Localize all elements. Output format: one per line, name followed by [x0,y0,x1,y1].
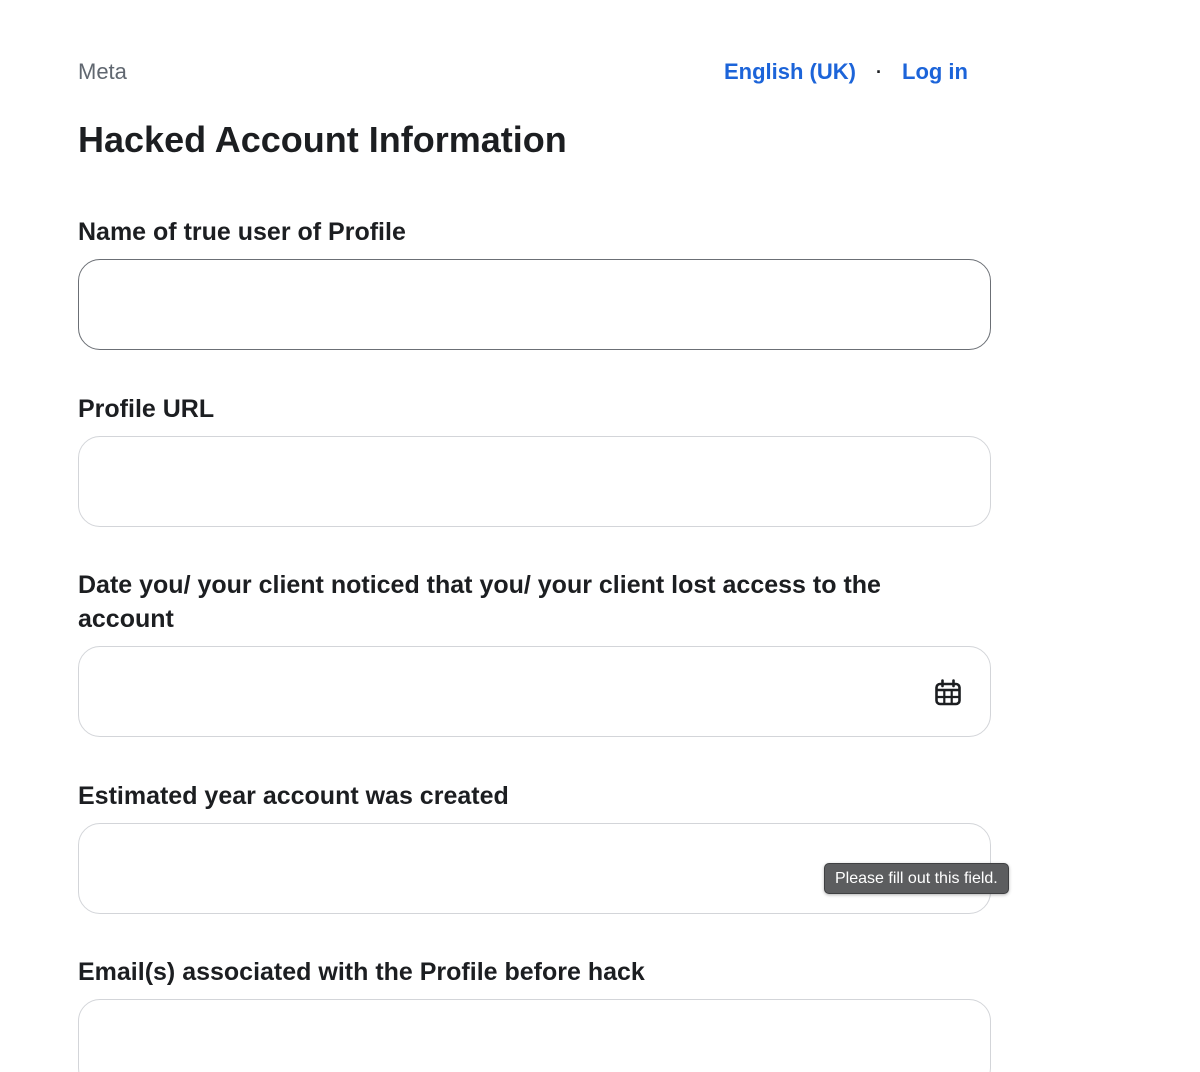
top-navigation: English (UK) · Log in [724,58,968,86]
calendar-icon-svg [935,679,961,706]
nav-separator: · [876,62,882,82]
login-link[interactable]: Log in [902,58,968,86]
validation-tooltip: Please fill out this field. [824,863,1009,894]
page-title: Hacked Account Information [78,119,567,160]
true-user-name-field [78,259,991,350]
emails-before-hack-input[interactable] [79,1000,990,1072]
profile-url-label: Profile URL [78,395,215,423]
lost-access-date-field [78,646,991,737]
language-link[interactable]: English (UK) [724,58,856,86]
profile-url-field [78,436,991,527]
emails-before-hack-field [78,999,991,1072]
lost-access-date-input[interactable] [79,647,990,736]
calendar-icon[interactable] [934,679,962,707]
emails-before-hack-label: Email(s) associated with the Profile bef… [78,958,645,986]
lost-access-date-label: Date you/ your client noticed that you/ … [78,571,881,633]
true-user-name-label: Name of true user of Profile [78,218,406,246]
year-created-label: Estimated year account was created [78,782,509,810]
profile-url-input[interactable] [79,437,990,526]
meta-brand-text: Meta [78,59,127,84]
true-user-name-input[interactable] [79,260,990,349]
page: Meta English (UK) · Log in Hacked Accoun… [0,0,1200,1072]
